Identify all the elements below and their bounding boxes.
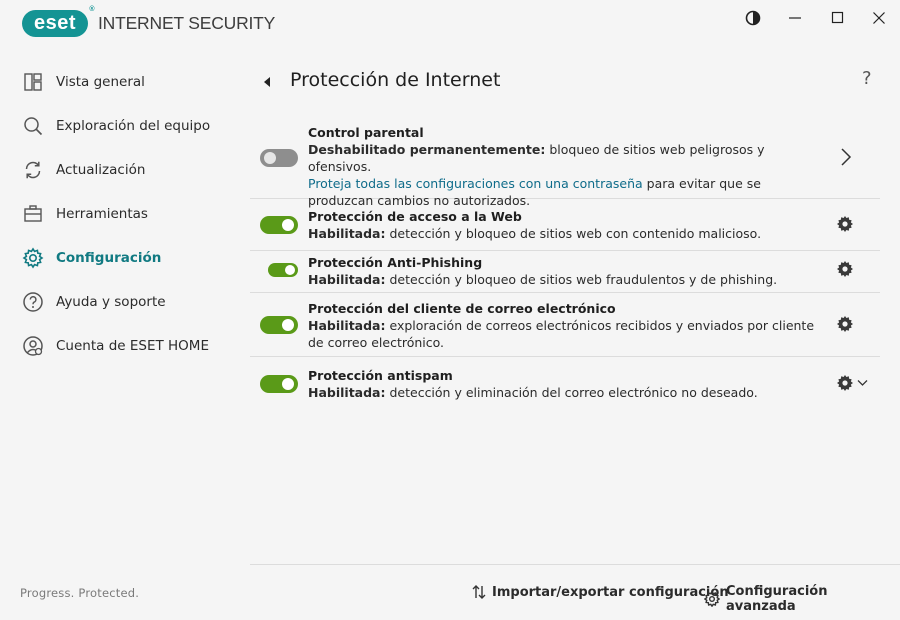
back-button[interactable] xyxy=(262,74,274,88)
setting-desc: detección y bloqueo de sitios web fraudu… xyxy=(385,272,778,287)
sidebar-item-update[interactable]: Actualización xyxy=(22,155,242,185)
toggle-knob xyxy=(282,219,294,231)
setting-text: Protección de acceso a la Web Habilitada… xyxy=(308,208,818,242)
gear-icon[interactable] xyxy=(836,374,854,392)
advanced-settings-label: Configuración avanzada xyxy=(726,584,828,614)
setting-title: Protección de acceso a la Web xyxy=(308,209,522,224)
page-title: Protección de Internet xyxy=(290,69,501,91)
back-arrow-icon xyxy=(264,77,270,87)
account-icon xyxy=(22,335,44,357)
sidebar-item-label: Actualización xyxy=(56,162,146,178)
maximize-icon xyxy=(831,11,844,24)
setting-status: Habilitada: xyxy=(308,226,386,241)
setting-row-antispam: Protección antispam Habilitada: detecció… xyxy=(250,357,880,411)
setting-status: Habilitada: xyxy=(308,318,386,333)
setting-title: Protección antispam xyxy=(308,368,453,383)
advanced-settings-button[interactable]: Configuración avanzada xyxy=(704,584,900,614)
close-icon xyxy=(873,12,885,24)
setting-text: Control parental Deshabilitado permanent… xyxy=(308,124,818,209)
search-icon xyxy=(22,115,44,137)
footer-divider xyxy=(250,564,900,565)
setting-text: Protección del cliente de correo electró… xyxy=(308,300,818,351)
product-name: INTERNET SECURITY xyxy=(98,13,276,33)
sidebar-item-tools[interactable]: Herramientas xyxy=(22,199,242,229)
gear-icon xyxy=(704,591,720,607)
chevron-down-icon[interactable] xyxy=(857,379,868,387)
eset-logo-badge: eset ® xyxy=(22,6,95,37)
setting-text: Protección antispam Habilitada: detecció… xyxy=(308,367,818,401)
gear-icon[interactable] xyxy=(836,215,854,233)
maximize-button[interactable] xyxy=(817,0,859,36)
email-client-toggle[interactable] xyxy=(260,316,298,334)
setting-desc: detección y bloqueo de sitios web con co… xyxy=(385,226,762,241)
sidebar-item-label: Configuración xyxy=(56,250,162,266)
setting-title: Protección del cliente de correo electró… xyxy=(308,301,616,316)
contrast-icon xyxy=(745,10,761,26)
antispam-toggle[interactable] xyxy=(260,375,298,393)
sidebar-item-label: Exploración del equipo xyxy=(56,118,211,134)
setting-desc: detección y eliminación del correo elect… xyxy=(385,385,758,400)
sidebar-item-help[interactable]: Ayuda y soporte xyxy=(22,287,242,317)
help-icon xyxy=(22,291,44,313)
setting-status: Habilitada: xyxy=(308,385,386,400)
gear-icon[interactable] xyxy=(836,315,854,333)
chevron-right-icon[interactable] xyxy=(840,148,852,166)
setting-row-parental-control: Control parental Deshabilitado permanent… xyxy=(250,118,880,208)
setting-description: Habilitada: detección y eliminación del … xyxy=(308,384,818,401)
dashboard-icon xyxy=(22,71,44,93)
import-export-icon xyxy=(472,584,486,600)
toggle-knob xyxy=(282,319,294,331)
help-button[interactable]: ? xyxy=(862,68,872,89)
refresh-icon xyxy=(22,159,44,181)
parental-control-toggle[interactable] xyxy=(260,149,298,167)
setting-description: Habilitada: detección y bloqueo de sitio… xyxy=(308,225,818,242)
brand-slogan: Progress. Protected. xyxy=(20,586,140,600)
setting-description: Habilitada: exploración de correos elect… xyxy=(308,317,818,351)
sidebar-item-label: Cuenta de ESET HOME xyxy=(56,338,209,354)
toolbox-icon xyxy=(22,203,44,225)
theme-toggle-button[interactable] xyxy=(732,0,774,36)
import-export-label: Importar/exportar configuración xyxy=(492,584,729,600)
toggle-knob xyxy=(264,152,276,164)
title-bar: eset ® INTERNET SECURITY xyxy=(0,0,900,48)
setting-title: Protección Anti-Phishing xyxy=(308,255,483,270)
gear-icon xyxy=(22,247,44,269)
setting-description: Habilitada: detección y bloqueo de sitio… xyxy=(308,271,818,288)
toggle-knob xyxy=(282,378,294,390)
logo-wordmark: eset xyxy=(33,12,77,34)
sidebar-item-label: Vista general xyxy=(56,74,145,90)
registered-mark: ® xyxy=(89,6,95,13)
setting-title: Control parental xyxy=(308,125,424,140)
close-button[interactable] xyxy=(858,0,900,36)
minimize-icon xyxy=(789,17,801,19)
sidebar-item-scan[interactable]: Exploración del equipo xyxy=(22,111,242,141)
web-access-toggle[interactable] xyxy=(260,216,298,234)
sidebar-item-label: Herramientas xyxy=(56,206,148,222)
setting-text: Protección Anti-Phishing Habilitada: det… xyxy=(308,254,818,288)
setting-row-web-access: Protección de acceso a la Web Habilitada… xyxy=(250,199,880,251)
sidebar-item-settings[interactable]: Configuración xyxy=(22,243,242,273)
toggle-knob xyxy=(285,265,295,275)
setting-row-anti-phishing: Protección Anti-Phishing Habilitada: det… xyxy=(250,251,880,293)
gear-icon[interactable] xyxy=(836,260,854,278)
anti-phishing-toggle[interactable] xyxy=(268,263,298,277)
minimize-button[interactable] xyxy=(774,0,816,36)
setting-row-email-client: Protección del cliente de correo electró… xyxy=(250,293,880,357)
password-protect-link[interactable]: Proteja todas las configuraciones con un… xyxy=(308,176,643,191)
import-export-button[interactable]: Importar/exportar configuración xyxy=(472,584,729,600)
eset-logo: eset ® INTERNET SECURITY xyxy=(22,6,276,37)
setting-status: Deshabilitado permanentemente: xyxy=(308,142,546,157)
sidebar-item-eset-home[interactable]: Cuenta de ESET HOME xyxy=(22,331,242,361)
sidebar-item-overview[interactable]: Vista general xyxy=(22,67,242,97)
setting-description: Deshabilitado permanentemente: bloqueo d… xyxy=(308,141,818,175)
setting-status: Habilitada: xyxy=(308,272,386,287)
sidebar-item-label: Ayuda y soporte xyxy=(56,294,166,310)
